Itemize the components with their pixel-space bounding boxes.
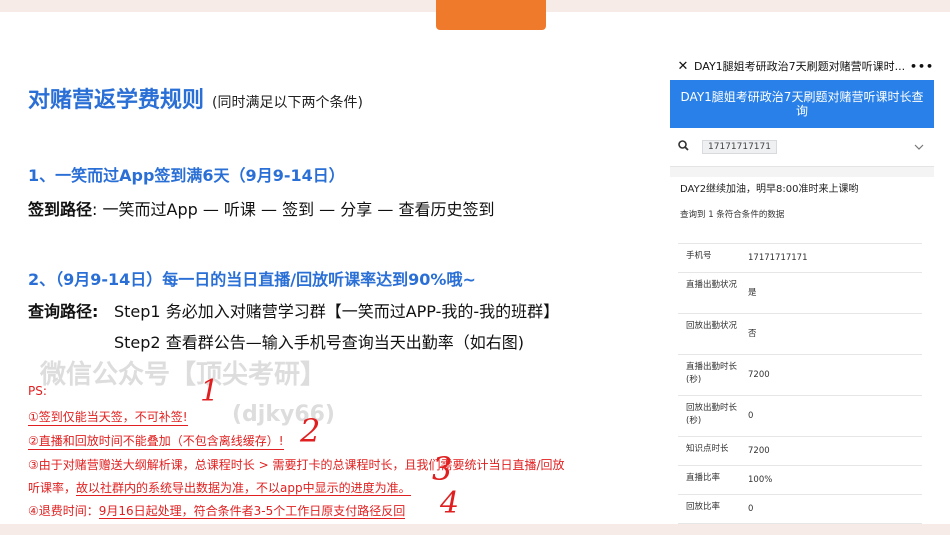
phone-result-table: 手机号 17171717171 直播出勤状况是 回放出勤状况否 直播出勤时长(秒)… xyxy=(670,235,934,524)
row-key: 回放比率 xyxy=(686,502,721,512)
table-row: 直播比率 100% xyxy=(678,466,922,495)
row-key: 直播出勤状况 xyxy=(686,280,738,290)
table-row: 直播出勤状况是 xyxy=(678,273,922,314)
row-value: 17171717171 xyxy=(748,252,808,263)
note1: ①签到仅能当天签，不可补签! xyxy=(28,410,188,426)
handwritten-4: 4 xyxy=(440,486,460,521)
note3-line1: ③由于对赌营赠送大纲解析课，总课程时长 > 需要打卡的总课程时长，且我们需要统计… xyxy=(28,458,565,472)
handwritten-2: 2 xyxy=(300,412,321,450)
handwritten-1: 1 xyxy=(200,374,220,409)
note3-line2-underlined: 故以社群内的系统导出数据为准，不以app中显示的进度为准。 xyxy=(76,481,411,496)
query-path-label: 查询路径: xyxy=(28,302,99,321)
row-key: 回放出勤时长(秒) xyxy=(686,403,738,426)
phone-notice: DAY2继续加油，明早8:00准时来上课哟 xyxy=(670,177,934,203)
table-row: 回放出勤时长(秒) 0 xyxy=(678,396,922,437)
watermark-line1: 微信公众号【顶尖考研】 xyxy=(40,360,327,390)
phone-screenshot: ✕ DAY1腿姐考研政治7天刷题对赌营听课时... ••• DAY1腿姐考研政治… xyxy=(670,52,934,524)
section1-path-text: : 一笑而过App — 听课 — 签到 — 分享 — 查看历史签到 xyxy=(92,200,495,219)
phone-topbar: ✕ DAY1腿姐考研政治7天刷题对赌营听课时... ••• xyxy=(670,52,934,80)
table-row: 回放比率 0 xyxy=(678,495,922,524)
bottom-strip xyxy=(0,524,950,535)
section1-heading: 1、一笑而过App签到满6天（9月9-14日） xyxy=(28,166,345,185)
search-icon[interactable] xyxy=(678,140,694,154)
note2: ②直播和回放时间不能叠加（不包含离线缓存）! xyxy=(28,434,284,450)
chevron-down-icon[interactable] xyxy=(914,142,924,153)
table-row: 知识点时长 7200 xyxy=(678,437,922,466)
row-key: 直播出勤时长(秒) xyxy=(686,362,738,385)
step1-text: Step1 务必加入对赌营学习群【一笑而过APP-我的-我的班群】 xyxy=(114,302,560,321)
row-key: 知识点时长 xyxy=(686,444,729,454)
title-block: 对赌营返学费规则 (同时满足以下两个条件) xyxy=(28,82,363,114)
slide: 对赌营返学费规则 (同时满足以下两个条件) 1、一笑而过App签到满6天（9月9-… xyxy=(0,0,950,524)
row-value: 7200 xyxy=(748,445,770,456)
table-row: 直播出勤时长(秒) 7200 xyxy=(678,355,922,396)
table-row: 回放出勤状况否 xyxy=(678,314,922,355)
row-key: 手机号 xyxy=(686,251,712,261)
step2-text: Step2 查看群公告—输入手机号查询当天出勤率（如右图) xyxy=(114,333,524,352)
close-icon[interactable]: ✕ xyxy=(672,59,694,74)
ps-label: PS: xyxy=(28,384,47,398)
table-row: 手机号 17171717171 xyxy=(678,244,922,273)
page-subtitle: (同时满足以下两个条件) xyxy=(212,95,363,111)
row-value: 100% xyxy=(748,474,773,485)
note3-line2-prefix: 听课率， xyxy=(28,481,77,495)
note4-prefix: ④退费时间： xyxy=(28,504,99,518)
handwritten-3: 3 xyxy=(432,450,453,488)
row-value: 7200 xyxy=(748,369,770,380)
phone-banner: DAY1腿姐考研政治7天刷题对赌营听课时长查询 xyxy=(670,80,934,128)
section2-heading: 2、（9月9-14日）每一日的当日直播/回放听课率达到90%哦~ xyxy=(28,270,476,289)
row-value: 是 xyxy=(748,287,757,298)
page-title: 对赌营返学费规则 xyxy=(28,88,205,113)
row-value: 0 xyxy=(748,410,754,421)
more-icon[interactable]: ••• xyxy=(910,60,934,73)
phone-result-count: 查询到 1 条符合条件的数据 xyxy=(670,203,934,235)
note4: ④退费时间：9月16日起处理，符合条件者3-5个工作日原支付路径反回 xyxy=(28,502,406,519)
row-key: 回放出勤状况 xyxy=(686,321,738,331)
section1-path: 签到路径: 一笑而过App — 听课 — 签到 — 分享 — 查看历史签到 xyxy=(28,196,494,220)
top-tab xyxy=(436,0,546,30)
search-input[interactable]: 17171717171 xyxy=(702,140,777,154)
row-value: 0 xyxy=(748,503,754,514)
section1-path-label: 签到路径 xyxy=(28,200,93,219)
note3-line2: 听课率，故以社群内的系统导出数据为准，不以app中显示的进度为准。 xyxy=(28,479,411,496)
phone-top-title: DAY1腿姐考研政治7天刷题对赌营听课时... xyxy=(694,60,906,73)
note4-underlined: 9月16日起处理，符合条件者3-5个工作日原支付路径反回 xyxy=(98,504,406,519)
row-key: 直播比率 xyxy=(686,473,721,483)
phone-search-bar[interactable]: 17171717171 xyxy=(670,128,934,167)
row-value: 否 xyxy=(748,328,757,339)
